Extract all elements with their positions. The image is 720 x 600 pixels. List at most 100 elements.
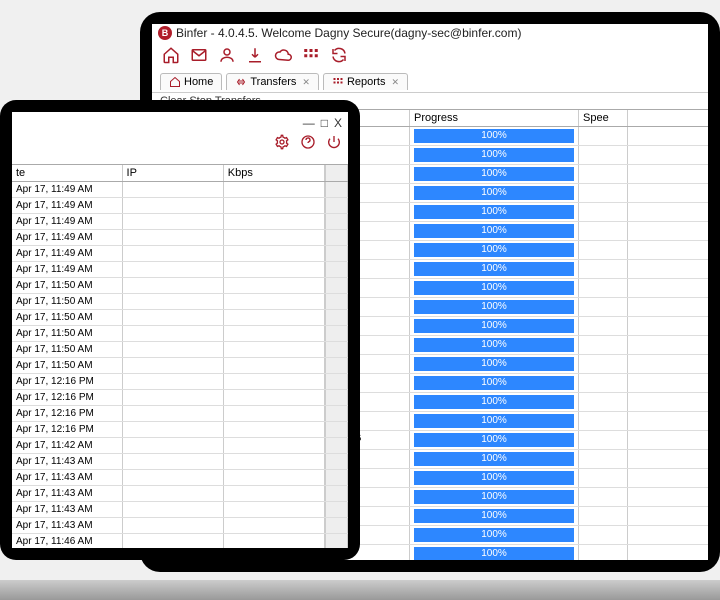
cell-progress: 100%: [410, 127, 579, 145]
cell-date: Apr 17, 11:50 AM: [12, 294, 123, 309]
cell-ip: [123, 326, 224, 341]
scrollbar-cell[interactable]: [325, 390, 348, 405]
table-row[interactable]: Apr 17, 11:43 AM: [12, 518, 348, 534]
scrollbar-cell[interactable]: [325, 182, 348, 197]
cell-date: Apr 17, 11:49 AM: [12, 198, 123, 213]
mail-icon[interactable]: [190, 46, 208, 67]
table-row[interactable]: Apr 17, 11:50 AM: [12, 326, 348, 342]
scrollbar-cell[interactable]: [325, 262, 348, 277]
cell-speed: [579, 336, 628, 354]
table-row[interactable]: Apr 17, 11:50 AM: [12, 358, 348, 374]
table-row[interactable]: Apr 17, 12:16 PM: [12, 406, 348, 422]
cell-ip: [123, 342, 224, 357]
table-row[interactable]: Apr 17, 11:49 AM: [12, 182, 348, 198]
scrollbar-cell[interactable]: [325, 278, 348, 293]
close-button[interactable]: X: [334, 116, 342, 130]
cell-speed: [579, 469, 628, 487]
cell-kbps: [224, 278, 325, 293]
reports-tab-icon: [332, 76, 344, 88]
table-row[interactable]: Apr 17, 11:42 AM: [12, 438, 348, 454]
progress-bar: 100%: [414, 319, 574, 333]
scrollbar-cell[interactable]: [325, 486, 348, 501]
tab-reports[interactable]: Reports ✕: [323, 73, 408, 90]
table-row[interactable]: Apr 17, 11:49 AM: [12, 198, 348, 214]
cloud-icon[interactable]: [274, 46, 292, 67]
home-icon[interactable]: [162, 46, 180, 67]
progress-bar: 100%: [414, 224, 574, 238]
cell-kbps: [224, 390, 325, 405]
cell-speed: [579, 127, 628, 145]
table-row[interactable]: Apr 17, 11:50 AM: [12, 294, 348, 310]
cell-kbps: [224, 294, 325, 309]
scrollbar-cell[interactable]: [325, 326, 348, 341]
scrollbar-cell[interactable]: [325, 246, 348, 261]
scrollbar-cell[interactable]: [325, 422, 348, 437]
table-row[interactable]: Apr 17, 12:16 PM: [12, 374, 348, 390]
table-row[interactable]: Apr 17, 12:16 PM: [12, 422, 348, 438]
titlebar: B Binfer - 4.0.4.5. Welcome Dagny Secure…: [152, 24, 708, 42]
table-row[interactable]: Apr 17, 11:49 AM: [12, 246, 348, 262]
scrollbar-cell[interactable]: [325, 310, 348, 325]
col-progress[interactable]: Progress: [410, 110, 579, 126]
tab-home[interactable]: Home: [160, 73, 222, 90]
scrollbar-cell[interactable]: [325, 406, 348, 421]
tab-transfers[interactable]: Transfers ✕: [226, 73, 319, 90]
table-row[interactable]: Apr 17, 12:16 PM: [12, 390, 348, 406]
scrollbar-cell[interactable]: [325, 294, 348, 309]
table-row[interactable]: Apr 17, 11:43 AM: [12, 470, 348, 486]
cell-kbps: [224, 342, 325, 357]
table-row[interactable]: Apr 17, 11:50 AM: [12, 278, 348, 294]
cell-speed: [579, 260, 628, 278]
cell-date: Apr 17, 11:50 AM: [12, 358, 123, 373]
scrollbar-cell[interactable]: [325, 438, 348, 453]
cell-speed: [579, 355, 628, 373]
cell-ip: [123, 518, 224, 533]
help-icon[interactable]: [300, 134, 316, 153]
cell-kbps: [224, 502, 325, 517]
scrollbar-cell[interactable]: [325, 502, 348, 517]
scrollbar-cell[interactable]: [325, 342, 348, 357]
scrollbar-cell[interactable]: [325, 214, 348, 229]
scrollbar-cell[interactable]: [325, 230, 348, 245]
table-row[interactable]: Apr 17, 11:43 AM: [12, 502, 348, 518]
scrollbar-cell[interactable]: [325, 374, 348, 389]
minimize-button[interactable]: —: [303, 116, 315, 130]
table-row[interactable]: Apr 17, 11:50 AM: [12, 310, 348, 326]
gear-icon[interactable]: [274, 134, 290, 153]
col-ip[interactable]: IP: [123, 165, 224, 181]
scrollbar-cell[interactable]: [325, 454, 348, 469]
scrollbar-cell[interactable]: [325, 358, 348, 373]
table-row[interactable]: Apr 17, 11:49 AM: [12, 214, 348, 230]
scrollbar-cell[interactable]: [325, 198, 348, 213]
cell-progress: 100%: [410, 165, 579, 183]
download-icon[interactable]: [246, 46, 264, 67]
col-kbps[interactable]: Kbps: [224, 165, 325, 181]
app-title: Binfer - 4.0.4.5. Welcome Dagny Secure(d…: [176, 26, 521, 40]
cell-ip: [123, 406, 224, 421]
cell-ip: [123, 230, 224, 245]
table-row[interactable]: Apr 17, 11:43 AM: [12, 486, 348, 502]
scrollbar-cell[interactable]: [325, 534, 348, 548]
tab-home-label: Home: [184, 76, 213, 88]
cell-ip: [123, 294, 224, 309]
user-icon[interactable]: [218, 46, 236, 67]
table-row[interactable]: Apr 17, 11:46 AM: [12, 534, 348, 548]
close-icon[interactable]: ✕: [391, 77, 399, 88]
grid-icon[interactable]: [302, 46, 320, 67]
table-row[interactable]: Apr 17, 11:50 AM: [12, 342, 348, 358]
left-grid-body: Apr 17, 11:49 AMApr 17, 11:49 AMApr 17, …: [12, 182, 348, 548]
col-date[interactable]: te: [12, 165, 123, 181]
table-row[interactable]: Apr 17, 11:49 AM: [12, 262, 348, 278]
cell-kbps: [224, 406, 325, 421]
close-icon[interactable]: ✕: [302, 77, 310, 88]
refresh-icon[interactable]: [330, 46, 348, 67]
table-row[interactable]: Apr 17, 11:49 AM: [12, 230, 348, 246]
progress-bar: 100%: [414, 357, 574, 371]
progress-bar: 100%: [414, 433, 574, 447]
power-icon[interactable]: [326, 134, 342, 153]
scrollbar-cell[interactable]: [325, 470, 348, 485]
col-speed[interactable]: Spee: [579, 110, 628, 126]
table-row[interactable]: Apr 17, 11:43 AM: [12, 454, 348, 470]
maximize-button[interactable]: □: [321, 116, 328, 130]
scrollbar-cell[interactable]: [325, 518, 348, 533]
